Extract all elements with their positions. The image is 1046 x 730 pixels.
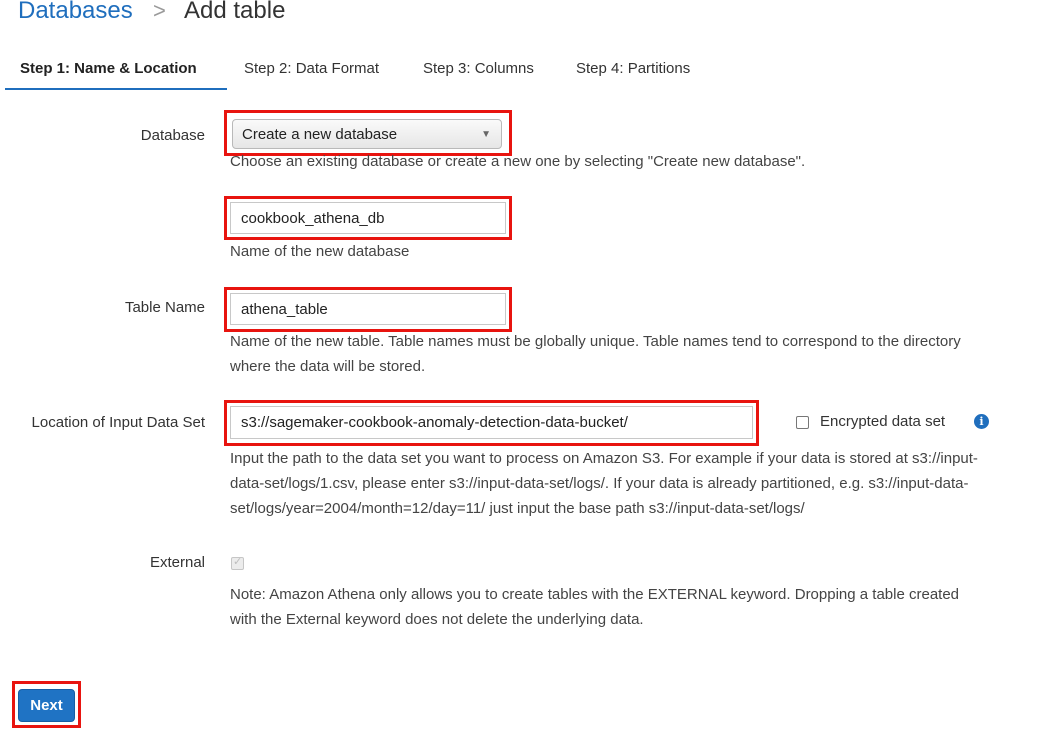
active-tab-indicator (5, 88, 227, 90)
checkmark-icon: ✓ (233, 556, 243, 568)
breadcrumb-separator: > (153, 0, 166, 23)
tab-step-1-name-location[interactable]: Step 1: Name & Location (20, 59, 197, 79)
external-note-line-2: with the External keyword does not delet… (230, 611, 644, 628)
location-help-line-3: set/logs/year=2004/month=12/day=11/ just… (230, 500, 805, 517)
location-input[interactable] (230, 406, 753, 439)
external-label: External (149, 554, 205, 571)
location-label: Location of Input Data Set (31, 414, 205, 431)
encrypted-data-set-label[interactable]: Encrypted data set (820, 413, 945, 430)
table-name-input[interactable] (230, 293, 506, 325)
database-select[interactable]: Create a new database ▼ (232, 119, 502, 149)
new-database-help: Name of the new database (230, 243, 410, 260)
table-name-help-line-2: where the data will be stored. (230, 358, 426, 375)
database-select-value: Create a new database (242, 126, 398, 143)
info-icon[interactable]: i (974, 414, 989, 429)
table-name-label: Table Name (124, 299, 205, 316)
page-title: Add table (184, 0, 286, 24)
tab-step-4-partitions[interactable]: Step 4: Partitions (576, 59, 690, 79)
new-database-name-input[interactable] (230, 202, 506, 234)
external-note-line-1: Note: Amazon Athena only allows you to c… (230, 586, 960, 603)
caret-down-icon: ▼ (481, 129, 491, 140)
external-checkbox: ✓ (231, 556, 244, 570)
tab-step-3-columns[interactable]: Step 3: Columns (423, 59, 534, 79)
encrypted-data-set-checkbox[interactable] (796, 416, 809, 429)
next-button[interactable]: Next (18, 689, 75, 722)
breadcrumb-databases-link[interactable]: Databases (18, 0, 133, 28)
database-help: Choose an existing database or create a … (230, 153, 806, 170)
location-help-line-2: data-set/logs/1.csv, please enter s3://i… (230, 475, 969, 492)
table-name-help-line-1: Name of the new table. Table names must … (230, 333, 961, 350)
tab-step-2-data-format[interactable]: Step 2: Data Format (244, 59, 379, 79)
database-label: Database (140, 127, 205, 144)
location-help-line-1: Input the path to the data set you want … (230, 450, 978, 467)
